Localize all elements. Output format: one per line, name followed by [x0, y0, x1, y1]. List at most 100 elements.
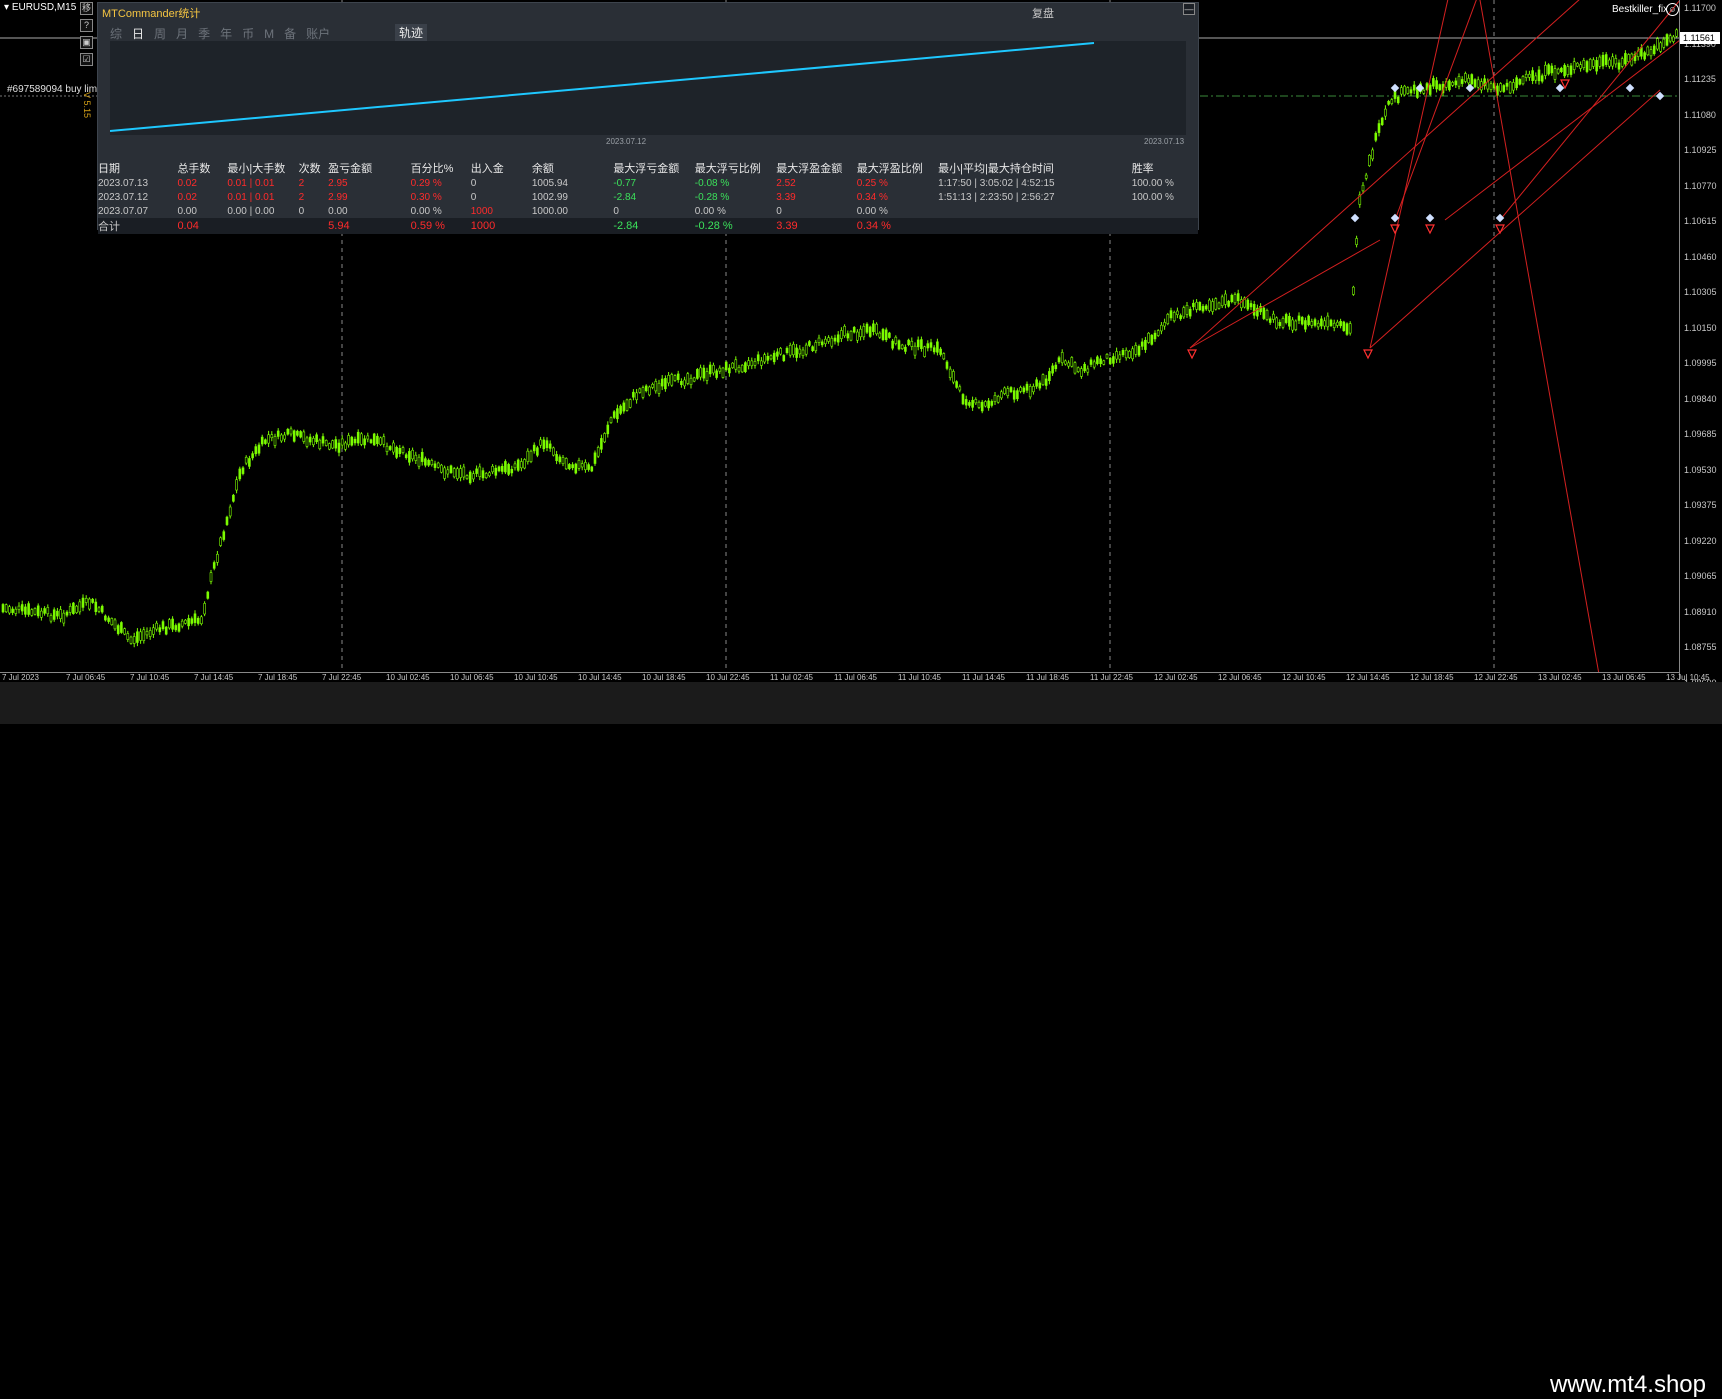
candle-body: [1524, 73, 1528, 78]
candle-body: [40, 610, 43, 618]
column-header: 出入金: [470, 163, 504, 175]
candle-body: [827, 337, 830, 342]
candle-body: [1054, 364, 1058, 370]
candle-body: [964, 399, 968, 406]
tab-8[interactable]: 备: [282, 25, 298, 42]
candle-body: [356, 431, 360, 444]
price-axis[interactable]: 1.117001.113901.112351.110801.109251.107…: [1679, 0, 1722, 688]
tab-trace[interactable]: 轨迹: [395, 24, 428, 41]
column-header: 最大浮亏金额: [613, 163, 680, 175]
candle-body: [100, 605, 104, 613]
candle-body: [1281, 318, 1285, 328]
candle-body: [1364, 174, 1368, 179]
candle-body: [536, 447, 539, 456]
candle-body: [78, 601, 82, 613]
candle-body: [1025, 383, 1029, 391]
candle-body: [1009, 387, 1013, 393]
candle-body: [561, 457, 565, 465]
time-tick: 12 Jul 18:45: [1410, 673, 1454, 682]
move-button[interactable]: 移: [80, 2, 93, 15]
candle-body: [1284, 314, 1288, 323]
candle-body: [203, 603, 206, 615]
candle-body: [1195, 301, 1198, 310]
tab-9[interactable]: 账户: [304, 25, 332, 42]
tab-3[interactable]: 月: [174, 25, 190, 42]
table-cell: 0.01 | 0.01: [227, 177, 275, 189]
candle-body: [1121, 349, 1125, 356]
candle-body: [363, 438, 366, 446]
time-tick: 7 Jul 2023: [2, 673, 39, 682]
candle-body: [734, 359, 738, 370]
candle-body: [571, 464, 574, 469]
candle-body: [1192, 302, 1195, 308]
candle-body: [360, 433, 363, 445]
tab-5[interactable]: 年: [218, 25, 234, 42]
candle-body: [347, 435, 350, 446]
candle-body: [110, 618, 114, 626]
period-tabs: 综日周月季年币 M 备账户: [108, 25, 338, 42]
candle-body: [459, 468, 462, 478]
candle-body: [1160, 324, 1163, 332]
candle-body: [1668, 35, 1672, 42]
candle-body: [510, 468, 514, 474]
price-tick: 1.11235: [1684, 74, 1716, 84]
price-tick: 1.10770: [1684, 180, 1717, 191]
time-tick: 10 Jul 18:45: [642, 673, 686, 682]
total-cell: 0.34 %: [856, 218, 939, 234]
table-cell: 3.39: [776, 191, 796, 203]
table-cell: 1000.00: [531, 205, 568, 217]
candle-body: [1073, 362, 1077, 374]
candle-body: [1028, 386, 1032, 398]
candle-body: [107, 617, 110, 622]
time-tick: 7 Jul 18:45: [258, 673, 298, 682]
candle-body: [577, 460, 581, 469]
stats-table: 日期 总手数 最小|大手数 次数 盈亏金额 百分比% 出入金 余额 最大浮亏金额 最大浮亏比例 最大…: [98, 160, 1198, 234]
candle-body: [248, 458, 251, 467]
window-button[interactable]: ▣: [80, 36, 93, 49]
candle-body: [136, 631, 139, 643]
candle-body: [820, 341, 824, 346]
help-button[interactable]: ?: [80, 19, 93, 32]
tab-1[interactable]: 日: [130, 25, 146, 42]
candle-body: [62, 612, 66, 624]
candle-body: [532, 444, 536, 452]
candle-body: [667, 375, 670, 384]
candle-body: [987, 400, 990, 409]
candle-body: [993, 395, 997, 402]
candle-body: [1371, 149, 1374, 160]
candle-body: [1470, 74, 1474, 85]
minimize-button[interactable]: —: [1183, 3, 1195, 15]
symbol-text: EURUSD,M15: [11, 2, 77, 13]
column-header: 次数: [298, 163, 321, 175]
candle-body: [852, 327, 856, 333]
order-marker-icon: [1350, 213, 1360, 223]
tab-6[interactable]: 币: [240, 25, 256, 42]
check-button[interactable]: ☑: [80, 53, 93, 66]
candle-body: [43, 608, 46, 614]
table-row[interactable]: 2023.07.13 0.02 0.01 | 0.01 2 2.95 0.29 % 0 100…: [98, 176, 1198, 190]
candle-body: [366, 435, 370, 440]
restore-button[interactable]: 复盘: [1032, 5, 1054, 21]
candle-body: [196, 617, 200, 624]
candle-body: [1182, 307, 1186, 318]
candle-body: [836, 334, 840, 343]
table-row[interactable]: 2023.07.07 0.00 0.00 | 0.00 0 0.00 0.00 % 1000…: [98, 204, 1198, 218]
candle-body: [651, 384, 654, 388]
tab-4[interactable]: 季: [196, 25, 212, 42]
tab-2[interactable]: 周: [152, 25, 168, 42]
candle-body: [1624, 53, 1627, 65]
tab-7[interactable]: M: [262, 27, 276, 41]
candle-body: [1060, 352, 1064, 364]
candle-body: [980, 401, 984, 412]
candle-body: [174, 625, 178, 631]
candle-body: [1544, 64, 1547, 76]
candle-body: [715, 370, 718, 378]
smile-icon: ☺: [1666, 3, 1679, 16]
candle-body: [766, 355, 770, 361]
table-row[interactable]: 2023.07.12 0.02 0.01 | 0.01 2 2.99 0.30 % 0 100…: [98, 190, 1198, 204]
time-tick: 7 Jul 06:45: [66, 673, 106, 682]
candle-body: [1128, 351, 1131, 358]
candle-body: [11, 608, 14, 613]
tab-0[interactable]: 综: [108, 25, 124, 42]
candle-body: [1620, 58, 1624, 67]
